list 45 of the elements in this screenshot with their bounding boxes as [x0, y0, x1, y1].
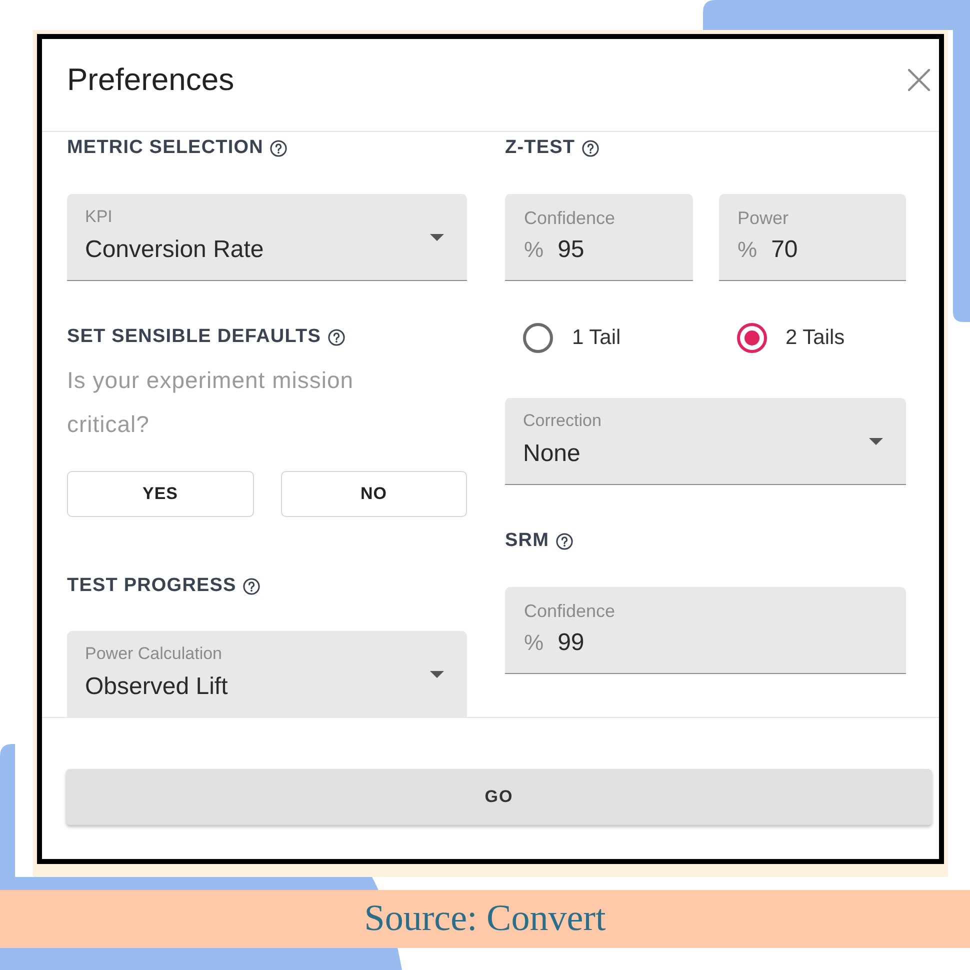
- caret-icon: [430, 670, 444, 678]
- field-label: Confidence: [524, 600, 616, 622]
- radio-label[interactable]: 1 Tail: [572, 324, 621, 352]
- field-label: Power: [738, 207, 790, 229]
- dropdown-field[interactable]: Power Calculation Observed Lift: [67, 631, 467, 717]
- source-caption: Source: Convert: [364, 897, 606, 941]
- field-label: KPI: [85, 206, 114, 228]
- section-heading: SRM: [505, 529, 550, 553]
- radio-button[interactable]: [736, 323, 766, 353]
- number-field[interactable]: Power % 70: [718, 194, 906, 281]
- help-icon[interactable]: [328, 328, 345, 346]
- section-heading: Z-TEST: [505, 136, 576, 160]
- dialog-title: Preferences: [67, 62, 234, 98]
- field-value: Observed Lift: [85, 672, 229, 702]
- field-label: Power Calculation: [85, 643, 224, 665]
- radio-label[interactable]: 2 Tails: [786, 324, 845, 352]
- radio-button[interactable]: [523, 323, 553, 353]
- dropdown-field[interactable]: KPI Conversion Rate: [67, 194, 467, 281]
- percent-prefix: %: [738, 236, 758, 264]
- field-label: Confidence: [524, 207, 616, 229]
- section-heading: TEST PROGRESS: [67, 574, 236, 598]
- field-value: 95: [558, 235, 584, 265]
- choice-button[interactable]: NO: [280, 471, 467, 517]
- percent-prefix: %: [524, 236, 544, 264]
- question-text: Is your experiment mission critical?: [67, 366, 355, 439]
- field-label: Correction: [523, 410, 602, 432]
- help-icon[interactable]: [270, 140, 288, 156]
- help-icon[interactable]: [556, 532, 574, 550]
- number-field[interactable]: Confidence % 99: [505, 587, 906, 674]
- field-value: None: [523, 439, 582, 469]
- dropdown-field[interactable]: Correction None: [505, 398, 906, 485]
- help-icon[interactable]: [582, 140, 600, 156]
- section-heading: METRIC SELECTION: [67, 136, 264, 160]
- submit-button[interactable]: GO: [66, 769, 932, 825]
- close-icon: [908, 69, 930, 91]
- number-field[interactable]: Confidence % 95: [505, 194, 692, 281]
- percent-prefix: %: [524, 629, 544, 657]
- caret-icon: [430, 234, 444, 240]
- choice-button[interactable]: YES: [67, 471, 254, 517]
- field-value: Conversion Rate: [85, 235, 265, 265]
- field-value: 70: [771, 235, 798, 265]
- field-value: 99: [558, 628, 584, 658]
- caret-icon: [869, 438, 883, 444]
- section-heading: SET SENSIBLE DEFAULTS: [67, 325, 321, 349]
- help-icon[interactable]: [243, 578, 260, 594]
